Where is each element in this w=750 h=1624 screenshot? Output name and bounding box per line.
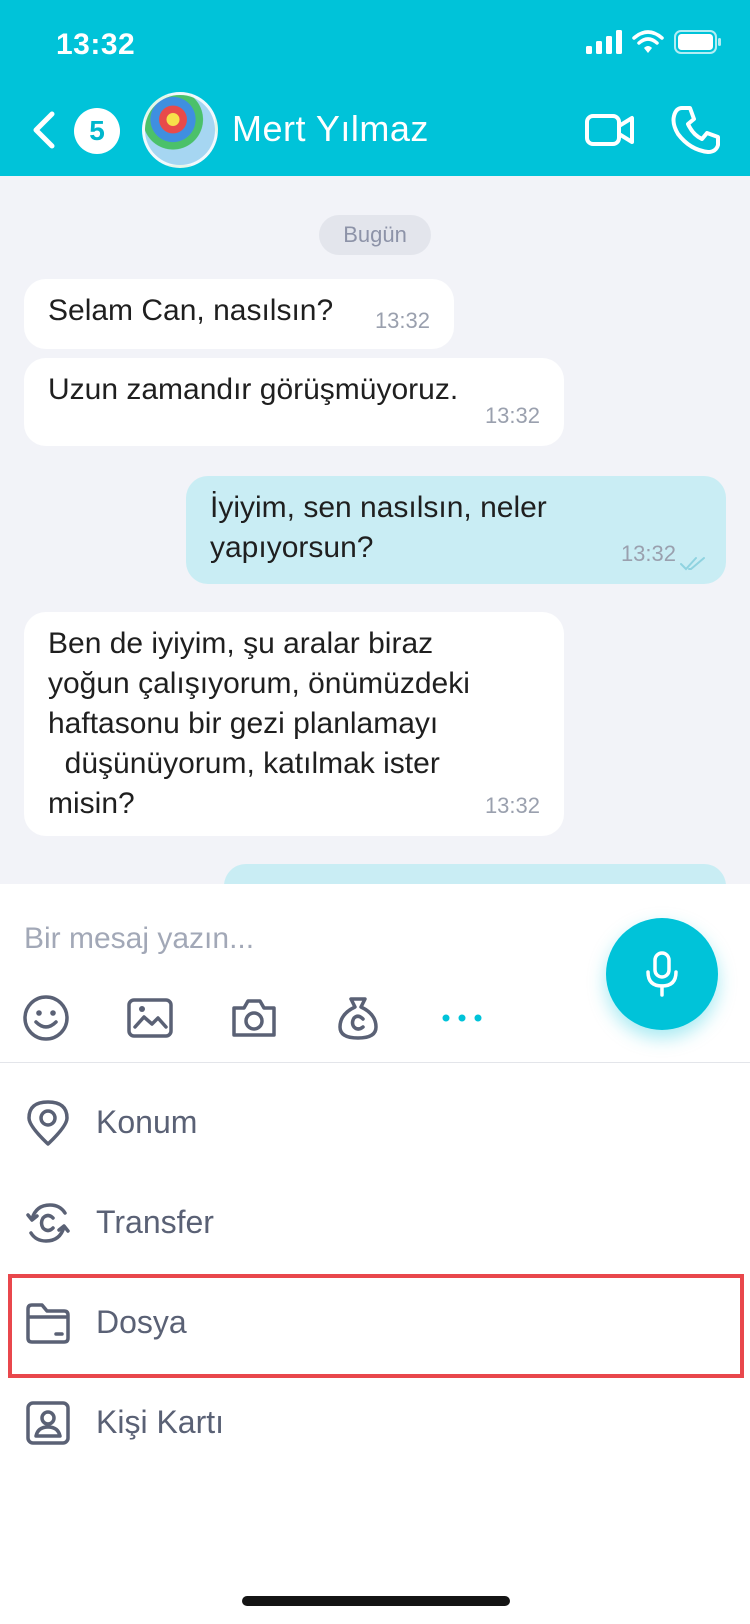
menu-item-location[interactable]: Konum bbox=[0, 1074, 750, 1172]
menu-item-label: Kişi Kartı bbox=[96, 1404, 225, 1440]
message-bubble-incoming[interactable]: Selam Can, nasılsın? 13:32 bbox=[24, 279, 454, 349]
date-separator: Bugün bbox=[319, 215, 431, 255]
battery-icon bbox=[674, 30, 721, 54]
home-indicator[interactable] bbox=[242, 1596, 510, 1606]
message-bubble-incoming[interactable]: Ben de iyiyim, şu aralar biraz yoğun çal… bbox=[24, 612, 564, 836]
location-pin-icon bbox=[27, 1100, 69, 1146]
emoji-icon[interactable] bbox=[22, 994, 70, 1042]
video-call-icon[interactable] bbox=[584, 104, 636, 156]
menu-item-label: Konum bbox=[96, 1104, 198, 1140]
chat-area[interactable]: Bugün Selam Can, nasılsın? 13:32 Uzun za… bbox=[0, 176, 750, 884]
camera-icon[interactable] bbox=[230, 994, 278, 1042]
money-bag-icon[interactable] bbox=[334, 994, 382, 1042]
unread-count-badge: 5 bbox=[74, 108, 120, 154]
menu-item-contact-card[interactable]: Kişi Kartı bbox=[0, 1374, 750, 1472]
message-text: Selam Can, nasılsın? bbox=[48, 294, 334, 327]
message-bubble-outgoing[interactable]: İyiyim, sen nasılsın, neler yapıyorsun? … bbox=[186, 476, 726, 584]
cellular-signal-icon bbox=[586, 30, 622, 54]
message-time: 13:32 bbox=[484, 793, 540, 818]
phone-call-icon[interactable] bbox=[670, 104, 722, 156]
message-text: Ben de iyiyim, şu aralar biraz yoğun çal… bbox=[48, 627, 470, 820]
message-bubble-outgoing-partial[interactable] bbox=[224, 864, 726, 884]
message-text: Uzun zamandır görüşmüyoruz. bbox=[48, 373, 459, 406]
message-bubble-incoming[interactable]: Uzun zamandır görüşmüyoruz. 13:32 bbox=[24, 358, 564, 446]
avatar[interactable] bbox=[142, 92, 218, 168]
more-icon[interactable] bbox=[438, 994, 486, 1042]
selection-highlight bbox=[8, 1274, 744, 1378]
chat-header: 13:32 5 Mert Yılmaz bbox=[0, 0, 750, 176]
transfer-icon bbox=[26, 1203, 70, 1243]
message-text: İyiyim, sen nasılsın, neler yapıyorsun? bbox=[210, 491, 547, 564]
message-input[interactable]: Bir mesaj yazın... bbox=[24, 922, 254, 956]
message-time: 13:32 bbox=[374, 308, 430, 333]
back-chevron-icon[interactable] bbox=[30, 110, 60, 150]
microphone-icon bbox=[646, 951, 678, 997]
image-icon[interactable] bbox=[126, 994, 174, 1042]
message-time: 13:32 bbox=[620, 541, 676, 566]
read-receipt-icon bbox=[680, 557, 705, 571]
wifi-icon bbox=[632, 30, 664, 53]
contact-name[interactable]: Mert Yılmaz bbox=[232, 108, 429, 150]
message-composer: Bir mesaj yazın... bbox=[0, 884, 750, 1063]
menu-item-transfer[interactable]: Transfer bbox=[0, 1174, 750, 1272]
status-time: 13:32 bbox=[56, 28, 136, 61]
status-icons bbox=[586, 30, 722, 54]
message-time: 13:32 bbox=[484, 403, 540, 428]
contact-card-icon bbox=[26, 1401, 70, 1445]
voice-record-button[interactable] bbox=[606, 918, 718, 1030]
menu-item-label: Transfer bbox=[96, 1204, 214, 1240]
